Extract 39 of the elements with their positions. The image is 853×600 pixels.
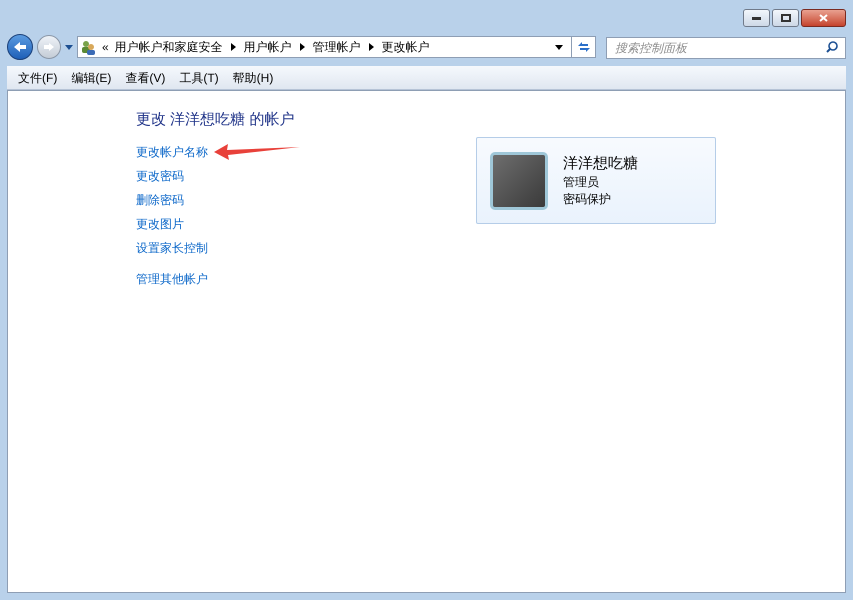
breadcrumb-overflow[interactable]: « [102, 38, 109, 56]
account-status: 密码保护 [563, 190, 612, 208]
chevron-right-icon[interactable] [300, 43, 305, 51]
close-button[interactable] [801, 9, 846, 27]
address-bar[interactable]: « 用户帐户和家庭安全 用户帐户 管理帐户 更改帐户 [77, 36, 596, 58]
back-button[interactable] [7, 34, 33, 60]
breadcrumb-item[interactable]: 更改帐户 [382, 38, 430, 56]
task-link[interactable]: 更改图片 [136, 212, 184, 236]
task-link[interactable]: 更改密码 [136, 164, 184, 188]
back-arrow-icon [13, 41, 27, 53]
menu-item[interactable]: 工具(T) [172, 68, 226, 86]
maximize-icon [780, 14, 790, 22]
task-link[interactable]: 设置家长控制 [136, 236, 208, 260]
breadcrumb-item[interactable]: 用户帐户和家庭安全 [114, 38, 223, 56]
refresh-icon [576, 41, 590, 53]
search-field[interactable]: 搜索控制面板 [606, 37, 846, 59]
dropdown-caret-icon[interactable] [555, 44, 563, 50]
account-name: 洋洋想吃糖 [563, 154, 638, 174]
minimize-icon [752, 16, 761, 20]
menu-item[interactable]: 编辑(E) [64, 68, 118, 86]
task-link[interactable]: 删除密码 [136, 188, 184, 212]
page-heading: 更改 洋洋想吃糖 的帐户 [136, 110, 296, 130]
menu-item[interactable]: 帮助(H) [226, 68, 280, 86]
breadcrumb-item[interactable]: 用户帐户 [244, 38, 292, 56]
close-icon [819, 14, 828, 22]
menu-item[interactable]: 文件(F) [11, 68, 64, 86]
account-role: 管理员 [563, 174, 600, 190]
photo-placeholder [490, 152, 548, 210]
breadcrumb-item[interactable]: 管理帐户 [312, 38, 361, 56]
maximize-button[interactable] [772, 9, 799, 27]
search-icon[interactable] [826, 41, 838, 53]
task-link[interactable]: 管理其他帐户 [136, 266, 208, 290]
chevron-right-icon[interactable] [230, 43, 236, 51]
chevron-right-icon[interactable] [368, 43, 374, 51]
minimize-button[interactable] [743, 9, 770, 27]
users-icon [80, 39, 96, 55]
task-link[interactable]: 更改帐户名称 [136, 140, 208, 164]
menu-item[interactable]: 查看(V) [118, 68, 172, 86]
forward-arrow-icon [43, 42, 55, 52]
